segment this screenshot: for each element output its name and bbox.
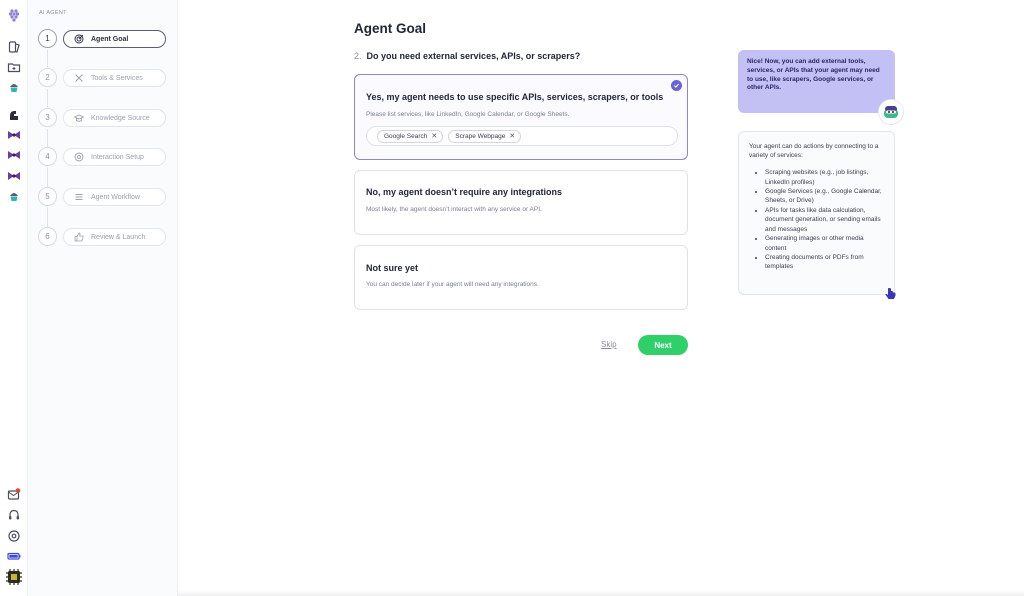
question-text: Do you need external services, APIs, or … [366, 51, 581, 61]
next-button[interactable]: Next [638, 335, 688, 355]
option-not-sure[interactable]: Not sure yet You can decide later if you… [354, 245, 688, 310]
sidebar-section-label: AI AGENT [39, 10, 67, 16]
assistant-avatar [879, 100, 903, 124]
option-title: No, my agent doesn’t require any integra… [366, 187, 563, 197]
step-pill-tools-services[interactable]: Tools & Services [63, 69, 166, 87]
step-pill-agent-workflow[interactable]: Agent Workflow [63, 188, 166, 206]
graduation-cap-icon [74, 113, 84, 123]
step-label: Knowledge Source [91, 114, 150, 122]
bottom-shadow [178, 590, 1024, 596]
step-tools-services[interactable]: 2 Tools & Services [38, 68, 170, 88]
tools-icon [74, 73, 84, 83]
step-label: Agent Goal [91, 35, 129, 43]
info-card: Your agent can do actions by connecting … [738, 131, 895, 295]
option-description: Most likely, the agent doesn’t interact … [366, 206, 542, 213]
step-interaction-setup[interactable]: 4 Interaction Setup [38, 147, 170, 167]
option-title: Not sure yet [366, 263, 419, 273]
option-description: Please list services, like LinkedIn, Goo… [366, 111, 570, 118]
folder-icon[interactable] [7, 60, 21, 74]
flex-arm-icon[interactable] [7, 108, 21, 122]
step-number: 2 [38, 68, 57, 87]
step-number: 4 [38, 147, 57, 166]
battery-icon [7, 549, 21, 563]
bow-icon[interactable] [7, 148, 21, 162]
check-icon [671, 80, 682, 91]
info-list-item: APIs for tasks like data calculation, do… [765, 206, 884, 234]
step-knowledge-source[interactable]: 3 Knowledge Source [38, 108, 170, 128]
info-list-item: Creating documents or PDFs from template… [765, 253, 884, 272]
info-intro: Your agent can do actions by connecting … [749, 143, 879, 160]
step-connector [47, 208, 48, 228]
steps-sidebar: AI AGENT 1 Agent Goal 2 Tools & Services… [28, 0, 178, 596]
step-agent-workflow[interactable]: 5 Agent Workflow [38, 187, 170, 207]
robot-avatar-icon [884, 106, 898, 118]
step-connector [47, 129, 48, 149]
option-yes-integrations[interactable]: Yes, my agent needs to use specific APIs… [354, 74, 688, 160]
list-icon [74, 192, 84, 202]
option-description: You can decide later if your agent will … [366, 281, 539, 288]
step-review-launch[interactable]: 6 Review & Launch [38, 227, 170, 247]
page-title: Agent Goal [354, 21, 427, 36]
hand-pointer-icon [884, 287, 898, 301]
remove-tag-icon[interactable]: ✕ [431, 133, 437, 140]
settings-circle-icon [74, 152, 84, 162]
notification-icon[interactable] [7, 487, 21, 501]
step-connector [47, 50, 48, 70]
info-list-item: Scraping websites (e.g., job listings, L… [765, 168, 884, 187]
icon-rail [0, 0, 28, 596]
cupcake-icon[interactable] [7, 80, 21, 94]
logo-icon[interactable] [7, 8, 21, 22]
cupcake-icon[interactable] [7, 189, 21, 203]
chip-icon[interactable] [5, 568, 23, 586]
option-no-integrations[interactable]: No, my agent doesn’t require any integra… [354, 170, 688, 235]
tag-label: Scrape Webpage [455, 132, 506, 140]
step-pill-knowledge-source[interactable]: Knowledge Source [63, 109, 166, 127]
step-number: 5 [38, 187, 57, 206]
target-icon [74, 34, 84, 44]
headset-icon[interactable] [7, 508, 21, 522]
step-connector [47, 168, 48, 188]
step-pill-agent-goal[interactable]: Agent Goal [63, 30, 166, 48]
info-list-item: Generating images or other media content [765, 234, 884, 253]
tag-google-search: Google Search ✕ [377, 129, 444, 143]
services-tag-input[interactable]: Google Search ✕ Scrape Webpage ✕ [366, 126, 678, 146]
step-number: 3 [38, 108, 57, 127]
step-number: 1 [38, 29, 57, 48]
bow-icon[interactable] [7, 128, 21, 142]
step-pill-interaction-setup[interactable]: Interaction Setup [63, 148, 166, 166]
step-number: 6 [38, 227, 57, 246]
thumbs-up-icon [74, 232, 84, 242]
step-agent-goal[interactable]: 1 Agent Goal [38, 29, 170, 49]
skip-link[interactable]: Skip [601, 340, 617, 349]
step-label: Tools & Services [91, 74, 143, 82]
question-heading: 2. Do you need external services, APIs, o… [354, 51, 580, 61]
step-connector [47, 89, 48, 109]
book-icon[interactable] [7, 40, 21, 54]
step-label: Agent Workflow [91, 193, 140, 201]
assistant-bubble: Nice! Now, you can add external tools, s… [738, 50, 895, 113]
step-label: Interaction Setup [91, 153, 144, 161]
step-label: Review & Launch [91, 233, 146, 241]
assistant-bubble-text: Nice! Now, you can add external tools, s… [747, 58, 880, 92]
tag-label: Google Search [384, 132, 428, 140]
tag-scrape-webpage: Scrape Webpage ✕ [448, 129, 522, 143]
bow-icon[interactable] [7, 169, 21, 183]
remove-tag-icon[interactable]: ✕ [509, 133, 515, 140]
info-list: Scraping websites (e.g., job listings, L… [749, 168, 884, 272]
step-pill-review-launch[interactable]: Review & Launch [63, 228, 166, 246]
option-title: Yes, my agent needs to use specific APIs… [366, 92, 664, 102]
info-list-item: Google Services (e.g., Google Calendar, … [765, 187, 884, 206]
question-number: 2. [354, 51, 362, 61]
settings-icon[interactable] [7, 529, 21, 543]
